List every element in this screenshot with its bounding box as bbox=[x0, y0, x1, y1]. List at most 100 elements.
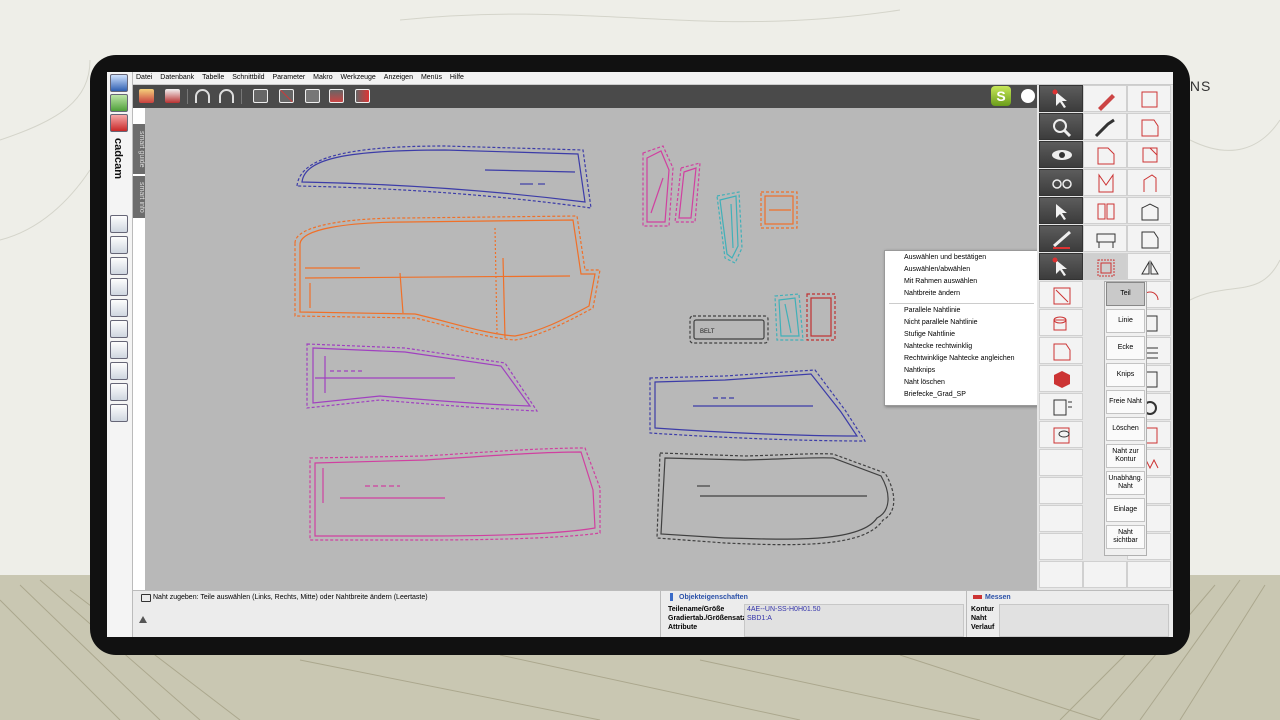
home-icon[interactable] bbox=[110, 74, 128, 92]
tab-smart-guide[interactable]: smart guide bbox=[133, 124, 145, 174]
arrange-icon[interactable] bbox=[305, 89, 320, 103]
pattern-piece[interactable] bbox=[642, 145, 701, 227]
ctx-item[interactable]: Nicht parallele Nahtlinie bbox=[904, 319, 978, 326]
pattern-piece[interactable] bbox=[774, 293, 804, 341]
pattern-icon[interactable] bbox=[1127, 169, 1171, 196]
menu-hilfe[interactable]: Hilfe bbox=[450, 74, 464, 81]
pattern-piece[interactable] bbox=[806, 293, 836, 341]
export-tool-icon[interactable] bbox=[110, 383, 128, 401]
tool-icon[interactable] bbox=[110, 114, 128, 132]
frame-icon[interactable] bbox=[253, 89, 268, 103]
ctx-item[interactable]: Rechtwinklige Nahtecke angleichen bbox=[904, 355, 1015, 362]
pattern-icon[interactable] bbox=[1083, 141, 1127, 168]
mirror-icon[interactable] bbox=[1127, 253, 1171, 280]
redo-icon[interactable] bbox=[219, 89, 234, 103]
book-icon[interactable] bbox=[1083, 197, 1127, 224]
ctx-item[interactable]: Nahtknips bbox=[904, 367, 935, 374]
menu-datei[interactable]: Datei bbox=[136, 74, 152, 81]
pointer-icon[interactable] bbox=[1039, 197, 1083, 224]
submenu-item-naht-zur-kontur[interactable]: Naht zur Kontur bbox=[1106, 444, 1145, 468]
menu-datenbank[interactable]: Datenbank bbox=[160, 74, 194, 81]
layout-tool-icon[interactable] bbox=[110, 257, 128, 275]
play-button[interactable] bbox=[1021, 89, 1035, 103]
prop-value-grading: SBD1:A bbox=[747, 615, 772, 622]
pattern-icon[interactable] bbox=[1127, 141, 1171, 168]
dart-icon[interactable] bbox=[1083, 169, 1127, 196]
plotter-icon[interactable] bbox=[1083, 225, 1127, 252]
pattern-piece[interactable] bbox=[716, 191, 743, 264]
print-tool-icon[interactable] bbox=[110, 341, 128, 359]
brush-icon[interactable] bbox=[1083, 113, 1127, 140]
pattern-piece[interactable] bbox=[294, 215, 601, 341]
menu-menues[interactable]: Menüs bbox=[421, 74, 442, 81]
piece-remove-icon[interactable] bbox=[355, 89, 370, 103]
pattern-icon[interactable] bbox=[1127, 225, 1171, 252]
menu-parameter[interactable]: Parameter bbox=[273, 74, 306, 81]
ruler-icon[interactable] bbox=[1039, 225, 1083, 252]
submenu-item-ecke[interactable]: Ecke bbox=[1106, 336, 1145, 360]
ctx-item[interactable]: Nahtecke rechtwinklig bbox=[904, 343, 972, 350]
submenu-item-teil[interactable]: Teil bbox=[1106, 282, 1145, 306]
prop-label-attributes: Attribute bbox=[668, 624, 698, 631]
list-icon[interactable] bbox=[1039, 393, 1083, 420]
app-brand: cadcam bbox=[112, 138, 124, 179]
piece-delete-icon[interactable] bbox=[1039, 281, 1083, 308]
grade-tool-icon[interactable] bbox=[110, 236, 128, 254]
ctx-item[interactable]: Naht löschen bbox=[904, 379, 945, 386]
pen-icon[interactable] bbox=[1083, 85, 1127, 112]
plot-tool-icon[interactable] bbox=[110, 362, 128, 380]
pattern-icon[interactable] bbox=[1127, 113, 1171, 140]
menu-werkzeuge[interactable]: Werkzeuge bbox=[341, 74, 376, 81]
submenu-item-loeschen[interactable]: Löschen bbox=[1106, 417, 1145, 441]
menu-anzeigen[interactable]: Anzeigen bbox=[384, 74, 413, 81]
pattern-piece[interactable] bbox=[296, 145, 592, 209]
pattern-icon[interactable] bbox=[1127, 197, 1171, 224]
layer-icon[interactable] bbox=[1039, 309, 1083, 336]
undo-icon[interactable] bbox=[195, 89, 210, 103]
eye-icon[interactable] bbox=[1039, 141, 1083, 168]
pattern-piece[interactable] bbox=[306, 343, 539, 412]
measure-tool-icon[interactable] bbox=[110, 320, 128, 338]
ctx-item[interactable]: Auswählen/abwählen bbox=[904, 266, 970, 273]
context-menu: Auswählen und bestätigen Auswählen/abwäh… bbox=[884, 250, 1039, 406]
glasses-icon[interactable] bbox=[1039, 169, 1083, 196]
menu-makro[interactable]: Makro bbox=[313, 74, 332, 81]
submenu-item-unabhaeng-naht[interactable]: Unabhäng. Naht bbox=[1106, 471, 1145, 495]
ctx-item[interactable]: Briefecke_Grad_SP bbox=[904, 391, 966, 398]
tab-smart-info[interactable]: smart info bbox=[133, 176, 145, 218]
ctx-item[interactable]: Mit Rahmen auswählen bbox=[904, 278, 977, 285]
piece-tool-icon[interactable] bbox=[110, 215, 128, 233]
settings-tool-icon[interactable] bbox=[110, 404, 128, 422]
app-logo[interactable]: S bbox=[991, 86, 1011, 106]
pointer-icon[interactable] bbox=[1039, 85, 1083, 112]
pointer-icon[interactable] bbox=[1039, 253, 1083, 280]
open-icon[interactable] bbox=[139, 89, 154, 103]
piece-info-icon[interactable] bbox=[329, 89, 344, 103]
zoom-icon[interactable] bbox=[1039, 113, 1083, 140]
submenu-item-knips[interactable]: Knips bbox=[1106, 363, 1145, 387]
submenu-item-einlage[interactable]: Einlage bbox=[1106, 498, 1145, 522]
delete-piece-icon[interactable] bbox=[279, 89, 294, 103]
view-icon[interactable] bbox=[1039, 421, 1083, 448]
piece-edit-icon[interactable] bbox=[1039, 337, 1083, 364]
pattern-icon[interactable] bbox=[1127, 85, 1171, 112]
ctx-item[interactable]: Parallele Nahtlinie bbox=[904, 307, 960, 314]
cube-icon[interactable] bbox=[1039, 365, 1083, 392]
pattern-piece[interactable] bbox=[649, 369, 867, 442]
seam-icon[interactable] bbox=[1083, 253, 1127, 280]
pattern-piece[interactable] bbox=[760, 191, 798, 229]
mark-tool-icon[interactable] bbox=[110, 299, 128, 317]
pattern-piece[interactable] bbox=[656, 452, 895, 546]
save-icon[interactable] bbox=[165, 89, 180, 103]
submenu-item-freie-naht[interactable]: Freie Naht bbox=[1106, 390, 1145, 414]
cut-tool-icon[interactable] bbox=[110, 278, 128, 296]
submenu-item-linie[interactable]: Linie bbox=[1106, 309, 1145, 333]
submenu-item-naht-sichtbar[interactable]: Naht sichtbar bbox=[1106, 525, 1145, 549]
ctx-item[interactable]: Auswählen und bestätigen bbox=[904, 254, 986, 261]
pattern-piece[interactable] bbox=[309, 447, 601, 541]
menu-schnittbild[interactable]: Schnittbild bbox=[232, 74, 264, 81]
ctx-item[interactable]: Nahtbreite ändern bbox=[904, 290, 960, 297]
ctx-item[interactable]: Stufige Nahtlinie bbox=[904, 331, 955, 338]
menu-tabelle[interactable]: Tabelle bbox=[202, 74, 224, 81]
database-icon[interactable] bbox=[110, 94, 128, 112]
